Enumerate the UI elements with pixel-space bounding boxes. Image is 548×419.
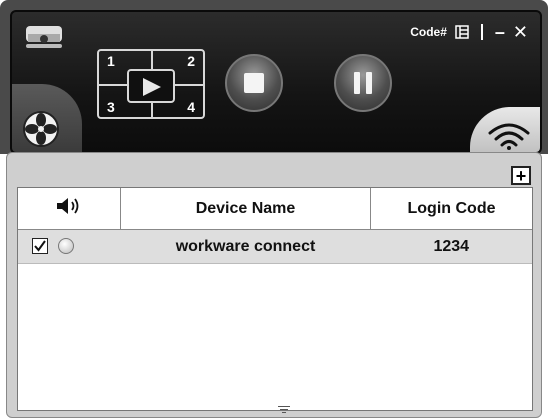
add-device-button[interactable]: + [511, 166, 531, 185]
device-list-panel: + Device Name Login Code workware connec… [6, 152, 542, 418]
control-panel: 1 2 3 4 Code# – ✕ [0, 0, 548, 154]
quad-3-label[interactable]: 3 [107, 99, 115, 115]
row-select-cell [18, 229, 121, 264]
quad-4-label[interactable]: 4 [187, 99, 195, 115]
pause-icon [354, 72, 372, 94]
window-controls: Code# – ✕ [410, 23, 528, 41]
play-icon [143, 78, 161, 96]
projector-icon[interactable] [24, 22, 64, 52]
code-label[interactable]: Code# [410, 25, 447, 39]
device-name-cell: workware connect [120, 229, 371, 264]
fan-icon[interactable] [22, 110, 60, 148]
audio-radio-button[interactable] [58, 238, 75, 255]
quad-1-label[interactable]: 1 [107, 53, 115, 69]
table-header-row: Device Name Login Code [18, 188, 532, 230]
audio-column-header[interactable] [18, 188, 121, 230]
pause-button[interactable] [334, 54, 392, 112]
control-panel-inner: 1 2 3 4 Code# – ✕ [10, 10, 542, 154]
quad-layout-selector[interactable]: 1 2 3 4 [97, 49, 205, 119]
stop-icon [244, 73, 264, 93]
close-button[interactable]: ✕ [513, 23, 528, 41]
device-name-column-header[interactable]: Device Name [120, 188, 371, 230]
table-row[interactable]: workware connect 1234 [18, 229, 532, 264]
toolbar-separator [480, 24, 483, 40]
login-code-cell: 1234 [370, 229, 532, 264]
minimize-button[interactable]: – [495, 23, 505, 41]
check-icon [34, 240, 46, 252]
login-code-column-header[interactable]: Login Code [370, 188, 532, 230]
wifi-icon[interactable] [486, 117, 532, 151]
row-checkbox[interactable] [32, 238, 48, 255]
resize-grip[interactable] [277, 404, 291, 415]
device-table: Device Name Login Code workware connect [18, 188, 532, 264]
quad-2-label[interactable]: 2 [187, 53, 195, 69]
speaker-icon [57, 198, 79, 214]
list-icon[interactable] [455, 25, 469, 39]
stop-button[interactable] [225, 54, 283, 112]
device-table-container: Device Name Login Code workware connect [17, 187, 533, 411]
play-button[interactable] [127, 69, 175, 103]
